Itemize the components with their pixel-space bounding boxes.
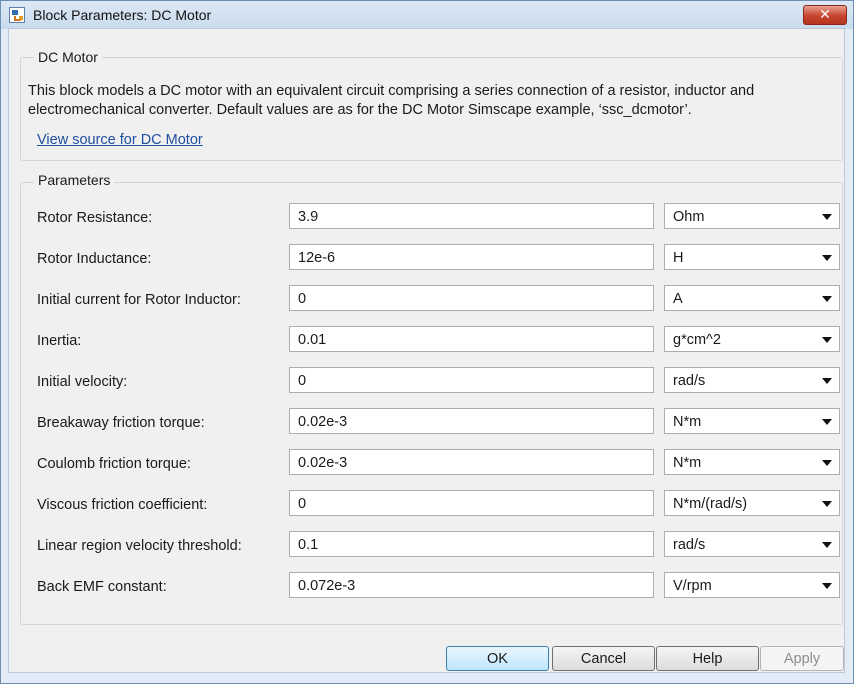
chevron-down-icon [822, 296, 832, 302]
param-label: Back EMF constant: [37, 579, 167, 595]
chevron-down-icon [822, 583, 832, 589]
param-unit-dropdown[interactable]: V/rpm [664, 572, 840, 598]
param-label: Breakaway friction torque: [37, 415, 205, 431]
param-value-field[interactable]: 0.02e-3 [289, 408, 654, 434]
param-unit-value: H [673, 250, 684, 266]
param-unit-value: rad/s [673, 373, 706, 389]
ok-button[interactable]: OK [446, 646, 549, 671]
chevron-down-icon [822, 337, 832, 343]
param-unit-dropdown[interactable]: g*cm^2 [664, 326, 840, 352]
param-unit-dropdown[interactable]: H [664, 244, 840, 270]
chevron-down-icon [822, 214, 832, 220]
chevron-down-icon [822, 501, 832, 507]
param-label: Initial current for Rotor Inductor: [37, 292, 241, 308]
param-value-field[interactable]: 0 [289, 285, 654, 311]
close-icon: ✕ [819, 7, 831, 23]
param-unit-value: N*m [673, 414, 702, 430]
chevron-down-icon [822, 378, 832, 384]
param-unit-dropdown[interactable]: N*m/(rad/s) [664, 490, 840, 516]
view-source-link[interactable]: View source for DC Motor [37, 132, 203, 148]
param-unit-dropdown[interactable]: A [664, 285, 840, 311]
simulink-block-icon [9, 7, 25, 23]
param-value-field[interactable]: 0 [289, 490, 654, 516]
param-label: Coulomb friction torque: [37, 456, 191, 472]
param-value-field[interactable]: 12e-6 [289, 244, 654, 270]
param-label: Inertia: [37, 333, 82, 349]
param-unit-value: g*cm^2 [673, 332, 721, 348]
param-label: Linear region velocity threshold: [37, 538, 242, 554]
param-unit-dropdown[interactable]: N*m [664, 449, 840, 475]
param-unit-dropdown[interactable]: N*m [664, 408, 840, 434]
window-title: Block Parameters: DC Motor [33, 7, 212, 23]
param-unit-dropdown[interactable]: rad/s [664, 367, 840, 393]
help-button[interactable]: Help [656, 646, 759, 671]
param-unit-value: N*m/(rad/s) [673, 496, 748, 512]
param-label: Initial velocity: [37, 374, 128, 390]
param-label: Rotor Resistance: [37, 210, 153, 226]
chevron-down-icon [822, 460, 832, 466]
param-unit-value: rad/s [673, 537, 706, 553]
param-value-field[interactable]: 0.1 [289, 531, 654, 557]
block-description: This block models a DC motor with an equ… [28, 83, 755, 118]
title-bar[interactable]: Block Parameters: DC Motor ✕ [1, 1, 853, 29]
param-unit-dropdown[interactable]: Ohm [664, 203, 840, 229]
param-value-field[interactable]: 0.072e-3 [289, 572, 654, 598]
chevron-down-icon [822, 419, 832, 425]
param-unit-value: V/rpm [673, 578, 712, 594]
param-unit-dropdown[interactable]: rad/s [664, 531, 840, 557]
param-value-field[interactable]: 0.01 [289, 326, 654, 352]
parameters-group-title: Parameters [34, 172, 115, 188]
param-value-field[interactable]: 0.02e-3 [289, 449, 654, 475]
param-value-field[interactable]: 0 [289, 367, 654, 393]
block-group-title: DC Motor [34, 49, 102, 65]
apply-button[interactable]: Apply [760, 646, 844, 671]
param-label: Viscous friction coefficient: [37, 497, 208, 513]
param-unit-value: Ohm [673, 209, 705, 225]
param-value-field[interactable]: 3.9 [289, 203, 654, 229]
param-label: Rotor Inductance: [37, 251, 152, 267]
param-unit-value: N*m [673, 455, 702, 471]
cancel-button[interactable]: Cancel [552, 646, 655, 671]
chevron-down-icon [822, 542, 832, 548]
close-button[interactable]: ✕ [803, 5, 847, 25]
param-unit-value: A [673, 291, 683, 307]
chevron-down-icon [822, 255, 832, 261]
